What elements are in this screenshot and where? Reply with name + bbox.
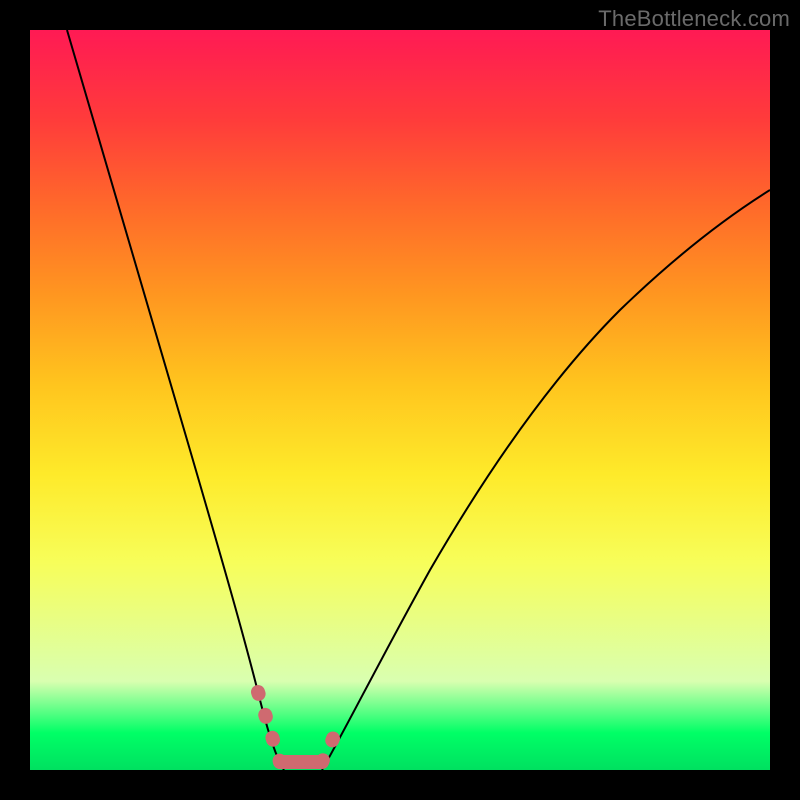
watermark-text: TheBottleneck.com <box>598 6 790 32</box>
plot-area <box>30 30 770 770</box>
chart-frame: TheBottleneck.com <box>0 0 800 800</box>
left-curve <box>67 30 284 770</box>
chart-svg <box>30 30 770 770</box>
right-curve <box>322 190 770 770</box>
